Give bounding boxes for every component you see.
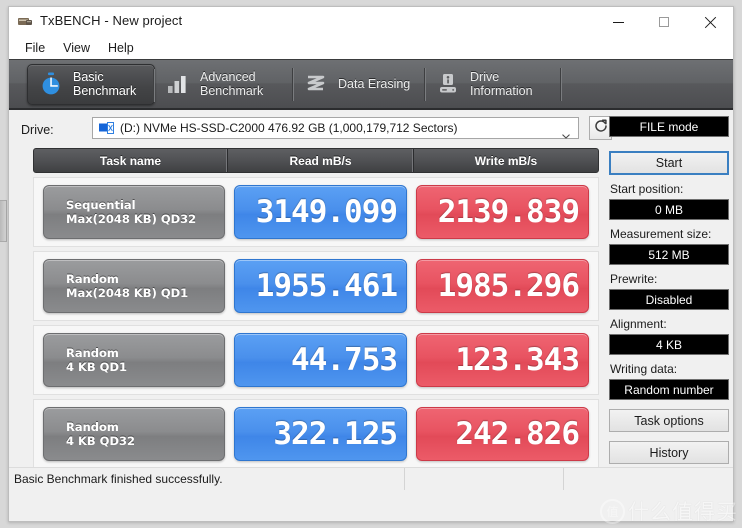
shredder-icon xyxy=(303,71,329,97)
window-left-edge-handle[interactable] xyxy=(0,200,7,242)
write-value: 1985.296 xyxy=(437,267,580,304)
task-name-label: Sequential Max(2048 KB) QD32 xyxy=(66,198,197,226)
table-row[interactable]: Random 4 KB QD32 322.125 242.826 xyxy=(33,399,599,469)
tab-advanced-benchmark[interactable]: Advanced Benchmark xyxy=(155,64,293,105)
read-value: 3149.099 xyxy=(255,193,398,230)
options-sidebar: FILE mode Start Start position: 0 MB Mea… xyxy=(609,116,729,464)
close-button[interactable] xyxy=(687,7,733,37)
alignment-field[interactable]: 4 KB xyxy=(609,334,729,355)
tab-label-data-erasing: Data Erasing xyxy=(338,77,411,91)
prewrite-field[interactable]: Disabled xyxy=(609,289,729,310)
start-button[interactable]: Start xyxy=(609,151,729,175)
status-segment-3 xyxy=(564,468,733,490)
minimize-icon xyxy=(612,21,624,23)
read-value-cell: 1955.461 xyxy=(234,259,408,313)
task-name-button[interactable]: Random Max(2048 KB) QD1 xyxy=(43,259,226,313)
close-icon xyxy=(704,16,717,29)
read-value-cell: 44.753 xyxy=(234,333,408,387)
menu-item-help[interactable]: Help xyxy=(99,39,143,57)
drive-icon xyxy=(99,121,114,135)
tab-data-erasing[interactable]: Data Erasing xyxy=(293,64,425,105)
menu-item-view[interactable]: View xyxy=(54,39,99,57)
read-value-cell: 322.125 xyxy=(234,407,408,461)
read-value: 44.753 xyxy=(291,341,398,378)
screenshot-root: TxBENCH - New project File View Help Bas… xyxy=(0,0,742,528)
prewrite-label: Prewrite: xyxy=(610,272,658,286)
read-value: 322.125 xyxy=(273,415,398,452)
drive-select[interactable]: (D:) NVMe HS-SSD-C2000 476.92 GB (1,000,… xyxy=(92,117,579,139)
write-value: 242.826 xyxy=(455,415,580,452)
task-name-button[interactable]: Random 4 KB QD32 xyxy=(43,407,226,461)
alignment-label: Alignment: xyxy=(610,317,667,331)
history-button[interactable]: History xyxy=(609,441,729,464)
menu-item-file[interactable]: File xyxy=(16,39,54,57)
task-name-button[interactable]: Sequential Max(2048 KB) QD32 xyxy=(43,185,226,239)
benchmark-results-table: Task name Read mB/s Write mB/s Sequentia… xyxy=(33,148,599,469)
tab-label-drive-information: Drive Information xyxy=(470,70,533,98)
status-segment-2 xyxy=(405,468,564,490)
table-row[interactable]: Sequential Max(2048 KB) QD32 3149.099 21… xyxy=(33,177,599,247)
column-header-read: Read mB/s xyxy=(228,149,414,172)
tab-label-advanced-benchmark: Advanced Benchmark xyxy=(200,70,264,98)
write-value-cell: 242.826 xyxy=(416,407,589,461)
tab-label-basic-benchmark: Basic Benchmark xyxy=(73,70,137,98)
status-message: Basic Benchmark finished successfully. xyxy=(9,468,405,490)
title-bar: TxBENCH - New project xyxy=(9,7,733,37)
drive-label: Drive: xyxy=(21,123,54,137)
maximize-button[interactable] xyxy=(641,7,687,37)
stopwatch-icon xyxy=(38,71,64,97)
table-header-row: Task name Read mB/s Write mB/s xyxy=(33,148,599,173)
main-content: Drive: (D:) NVMe HS-SSD-C2000 476.92 GB … xyxy=(9,110,733,490)
task-name-button[interactable]: Random 4 KB QD1 xyxy=(43,333,226,387)
task-name-label: Random 4 KB QD32 xyxy=(66,420,136,448)
bar-chart-icon xyxy=(165,71,191,97)
tab-bar: Basic Benchmark Advanced Benchmark Data … xyxy=(9,59,733,110)
column-header-write: Write mB/s xyxy=(474,153,538,168)
write-value: 123.343 xyxy=(455,341,580,378)
tab-basic-benchmark[interactable]: Basic Benchmark xyxy=(27,63,155,105)
window-title: TxBENCH - New project xyxy=(40,13,183,28)
minimize-button[interactable] xyxy=(595,7,641,37)
writing-data-label: Writing data: xyxy=(610,362,678,376)
read-value: 1955.461 xyxy=(255,267,398,304)
tab-divider xyxy=(153,68,154,102)
read-value-cell: 3149.099 xyxy=(234,185,408,239)
task-name-label: Random Max(2048 KB) QD1 xyxy=(66,272,189,300)
hard-drive-icon xyxy=(435,71,461,97)
column-header-task-name: Task name xyxy=(34,149,228,172)
tab-divider xyxy=(560,67,561,101)
txbench-window: TxBENCH - New project File View Help Bas… xyxy=(8,6,734,522)
task-options-button[interactable]: Task options xyxy=(609,409,729,432)
measurement-size-field[interactable]: 512 MB xyxy=(609,244,729,265)
write-value-cell: 2139.839 xyxy=(416,185,589,239)
start-position-field[interactable]: 0 MB xyxy=(609,199,729,220)
status-bar: Basic Benchmark finished successfully. xyxy=(9,467,733,490)
measurement-size-label: Measurement size: xyxy=(610,227,712,241)
table-row[interactable]: Random Max(2048 KB) QD1 1955.461 1985.29… xyxy=(33,251,599,321)
writing-data-field[interactable]: Random number xyxy=(609,379,729,400)
start-position-label: Start position: xyxy=(610,182,684,196)
tab-drive-information[interactable]: Drive Information xyxy=(425,64,561,105)
write-value-cell: 123.343 xyxy=(416,333,589,387)
write-value-cell: 1985.296 xyxy=(416,259,589,313)
menu-bar: File View Help xyxy=(9,37,733,59)
drive-selected-value: (D:) NVMe HS-SSD-C2000 476.92 GB (1,000,… xyxy=(120,121,458,135)
app-icon xyxy=(18,15,33,29)
task-name-label: Random 4 KB QD1 xyxy=(66,346,128,374)
maximize-icon xyxy=(659,17,669,27)
window-controls xyxy=(595,7,733,37)
refresh-icon xyxy=(594,119,608,138)
chevron-down-icon xyxy=(562,126,570,139)
file-mode-button[interactable]: FILE mode xyxy=(609,116,729,137)
write-value: 2139.839 xyxy=(437,193,580,230)
table-row[interactable]: Random 4 KB QD1 44.753 123.343 xyxy=(33,325,599,395)
